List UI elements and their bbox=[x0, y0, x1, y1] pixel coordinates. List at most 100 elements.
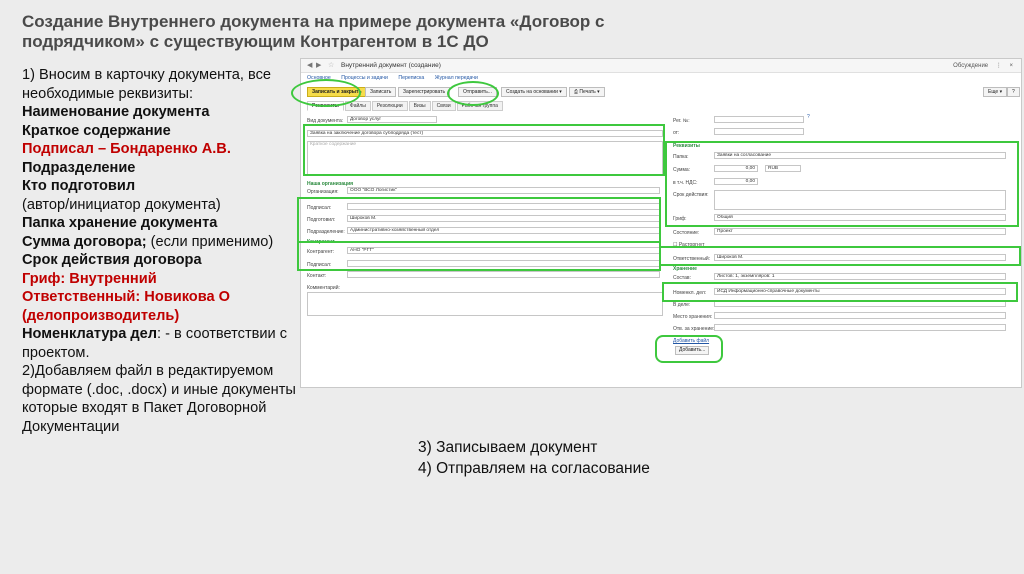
instructions-text: 1) Вносим в карточку документа, все необ… bbox=[22, 66, 312, 436]
slide-title: Создание Внутреннего документа на пример… bbox=[22, 12, 605, 51]
tab-workgroup[interactable]: Рабочая группа bbox=[456, 101, 503, 111]
contact-field[interactable] bbox=[347, 271, 660, 278]
doc-type-field[interactable]: Договор услуг bbox=[347, 116, 437, 123]
comment-field[interactable] bbox=[307, 292, 663, 316]
in-case-label: В деле: bbox=[673, 302, 691, 308]
create-based-label: Создать на основании bbox=[506, 89, 558, 95]
tab-visas[interactable]: Визы bbox=[408, 101, 431, 111]
more-button[interactable]: Еще ▾ bbox=[983, 87, 1008, 97]
nav-main[interactable]: Основное bbox=[307, 75, 331, 81]
currency-field[interactable]: RUB bbox=[765, 165, 801, 172]
tabs: Реквизиты Файлы Резолюции Визы Связи Рабочая … bbox=[307, 101, 504, 111]
instr-prepared-note: (автор/инициатор документа) bbox=[22, 196, 221, 213]
responsible-label: Ответственный: bbox=[673, 256, 711, 262]
instr-amount: Сумма договора; bbox=[22, 233, 147, 250]
counterparty-section-label: Контрагент bbox=[307, 239, 335, 245]
reg-no-label: Рег. №: bbox=[673, 118, 690, 124]
steps-text: 3) Записываем документ 4) Отправляем на … bbox=[418, 437, 650, 479]
star-icon[interactable]: ☆ bbox=[328, 61, 334, 69]
term-label: Срок действия: bbox=[673, 192, 709, 198]
vat-field[interactable]: 0,00 bbox=[714, 178, 758, 185]
step-4: 4) Отправляем на согласование bbox=[418, 460, 650, 477]
instr-step2: 2)Добавляем файл в редактируемом формате… bbox=[22, 363, 296, 435]
sum-field[interactable]: 0,00 bbox=[714, 165, 758, 172]
window-title: Внутренний документ (создание) bbox=[341, 62, 441, 69]
forward-arrow-icon[interactable]: ▶ bbox=[316, 61, 321, 69]
instr-prepared: Кто подготовил bbox=[22, 178, 136, 194]
summary-field[interactable]: Краткое содержание bbox=[307, 141, 663, 175]
storage-resp-field[interactable] bbox=[714, 324, 1006, 331]
responsible-field[interactable]: Широков М. bbox=[714, 254, 1006, 261]
nomenclature-label: Номенкл. дел: bbox=[673, 290, 707, 296]
prepared-label: Подготовил: bbox=[307, 217, 336, 223]
composition-field[interactable]: Листов: 1, экземпляров: 1 bbox=[714, 273, 1006, 280]
window-icons: Обсуждение ⋮ × bbox=[947, 62, 1013, 69]
doc-title-field[interactable]: Заявка на заключение договора субподряда… bbox=[307, 130, 663, 137]
in-case-field[interactable] bbox=[714, 300, 1006, 307]
storage-place-label: Место хранения: bbox=[673, 314, 713, 320]
instr-term: Срок действия договора bbox=[22, 252, 202, 268]
contact-label: Контакт: bbox=[307, 273, 327, 279]
instr-amount-note: (если применимо) bbox=[146, 233, 274, 250]
folder-field[interactable]: Заявки на согласование bbox=[714, 152, 1006, 159]
help-button[interactable]: ? bbox=[1007, 87, 1020, 97]
from-field[interactable] bbox=[714, 128, 804, 135]
instr-summary: Краткое содержание bbox=[22, 122, 171, 139]
step-3: 3) Записываем документ bbox=[418, 439, 598, 456]
tab-details[interactable]: Реквизиты bbox=[307, 101, 344, 111]
window-titlebar: ◀ ▶ ☆ Внутренний документ (создание) Обс… bbox=[301, 59, 1021, 73]
counterparty-label: Контрагент: bbox=[307, 249, 335, 255]
nav-processes[interactable]: Процессы и задачи bbox=[341, 75, 388, 81]
discussion-link[interactable]: Обсуждение bbox=[953, 63, 988, 69]
nav-correspondence[interactable]: Переписка bbox=[398, 75, 424, 81]
cp-signed-label: Подписал: bbox=[307, 262, 332, 268]
register-button[interactable]: Зарегистрировать bbox=[398, 87, 451, 97]
term-field[interactable] bbox=[714, 190, 1006, 210]
window-nav: Основное Процессы и задачи Переписка Жур… bbox=[307, 75, 487, 81]
instr-division: Подразделение bbox=[22, 159, 136, 176]
nav-journal[interactable]: Журнал передачи bbox=[435, 75, 478, 81]
send-button[interactable]: Отправить... bbox=[458, 87, 497, 97]
sum-label: Сумма: bbox=[673, 167, 691, 173]
instr-name: Наименование документа bbox=[22, 104, 210, 120]
cp-signed-field[interactable] bbox=[347, 260, 660, 267]
menu-icon[interactable]: ⋮ bbox=[996, 63, 1002, 69]
add-file-button[interactable]: Добавить... bbox=[675, 346, 710, 355]
from-label: от: bbox=[673, 130, 680, 136]
stamp-label: Гриф: bbox=[673, 216, 687, 222]
instr-intro: 1) Вносим в карточку документа, все необ… bbox=[22, 67, 271, 102]
state-label: Состояние: bbox=[673, 230, 700, 236]
state-field[interactable]: Проект bbox=[714, 228, 1006, 235]
comment-label: Комментарий: bbox=[307, 285, 340, 291]
tab-files[interactable]: Файлы bbox=[344, 101, 371, 111]
cancelled-checkbox[interactable]: ☐ Расторгнут bbox=[673, 242, 705, 248]
tab-resolutions[interactable]: Резолюции bbox=[371, 101, 408, 111]
save-close-button[interactable]: Записать и закрыть bbox=[307, 87, 367, 97]
instr-nomenclature-line: Номенклатура дел: - в соответствии с про… bbox=[22, 325, 312, 362]
stamp-field[interactable]: Общий bbox=[714, 214, 1006, 221]
division-label: Подразделение: bbox=[307, 229, 345, 235]
print-button[interactable]: ⎙ Печать ▾ bbox=[569, 87, 605, 97]
print-icon: ⎙ bbox=[574, 89, 579, 95]
back-arrow-icon[interactable]: ◀ bbox=[307, 61, 312, 69]
save-button[interactable]: Записать bbox=[365, 87, 397, 97]
counterparty-field[interactable]: АНО "РГТ" bbox=[347, 247, 660, 254]
storage-resp-label: Отв. за хранение: bbox=[673, 326, 715, 332]
close-icon[interactable]: × bbox=[1009, 63, 1013, 69]
nomenclature-field[interactable]: ИСД Информационно-справочные документы bbox=[714, 288, 1006, 295]
signed-label: Подписал: bbox=[307, 205, 332, 211]
signed-field[interactable] bbox=[347, 203, 660, 210]
instr-signed: Подписал – Бондаренко А.В. bbox=[22, 141, 231, 157]
instr-responsible: Ответственный: Новикова О (делопроизводи… bbox=[22, 289, 231, 324]
reg-no-field[interactable] bbox=[714, 116, 804, 123]
tab-links[interactable]: Связи bbox=[431, 101, 456, 111]
instr-folder: Папка хранение документа bbox=[22, 215, 218, 231]
division-field[interactable]: Административно-хозяйственный отдел bbox=[347, 227, 660, 234]
add-file-link[interactable]: Добавить файл bbox=[673, 338, 709, 344]
help-mark[interactable]: ? bbox=[807, 114, 810, 120]
create-based-button[interactable]: Создать на основании ▾ bbox=[501, 87, 567, 97]
storage-place-field[interactable] bbox=[714, 312, 1006, 319]
org-field[interactable]: ООО "ВСО Логистик" bbox=[347, 187, 660, 194]
prepared-field[interactable]: Широков М. bbox=[347, 215, 660, 222]
document-window: ◀ ▶ ☆ Внутренний документ (создание) Обс… bbox=[300, 58, 1022, 388]
